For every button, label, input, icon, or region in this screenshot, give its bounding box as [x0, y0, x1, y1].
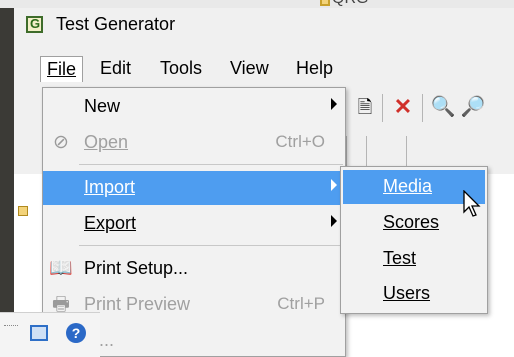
import-menu-media-label: Media	[383, 176, 433, 196]
menu-view-label: View	[230, 58, 269, 78]
menu-separator	[79, 164, 343, 165]
toolbar-divider	[406, 136, 407, 170]
toolbar-divider	[366, 136, 367, 170]
file-menu-export-label: Export	[84, 213, 137, 233]
menu-help-label: Help	[296, 58, 334, 78]
document-icon[interactable]: 🗎	[352, 94, 378, 120]
delete-icon[interactable]: ✕	[390, 94, 416, 120]
toolbar-separator	[382, 94, 383, 122]
import-menu-scores-label: Scores	[383, 212, 440, 232]
menu-file-label: File	[47, 59, 77, 79]
file-menu-open[interactable]: ⊘ Open Ctrl+O	[43, 126, 345, 160]
menu-separator	[79, 245, 343, 246]
import-submenu: Media Scores Test Users	[340, 166, 488, 314]
mouse-pointer-icon	[463, 190, 481, 217]
menu-file[interactable]: File	[40, 56, 84, 82]
toolbar-divider	[346, 136, 347, 170]
find-icon[interactable]: 🔍	[430, 94, 456, 120]
window-icon[interactable]	[30, 325, 48, 341]
file-menu-import[interactable]: Import	[43, 171, 345, 205]
taskbar-separator	[4, 325, 18, 327]
submenu-arrow-icon	[331, 179, 337, 191]
import-menu-users[interactable]: Users	[343, 277, 485, 311]
help-icon[interactable]: ?	[66, 323, 86, 343]
import-menu-test-label: Test	[383, 248, 417, 268]
menu-bar: File Edit Tools View Help	[14, 52, 514, 84]
import-menu-users-label: Users	[383, 283, 431, 303]
file-menu-new-label: New	[84, 96, 121, 116]
submenu-arrow-icon	[331, 215, 337, 227]
desktop-edge	[0, 8, 14, 357]
desktop-label: QRG	[332, 0, 368, 8]
file-menu-print-preview-shortcut: Ctrl+P	[277, 294, 325, 313]
file-menu-print-setup-label: Print Setup...	[84, 258, 189, 278]
tree-folder-icon[interactable]	[18, 206, 28, 216]
file-menu-import-label: Import	[84, 177, 136, 197]
submenu-arrow-icon	[331, 98, 337, 110]
import-menu-test[interactable]: Test	[343, 242, 485, 276]
file-menu-print-setup[interactable]: 📖 Print Setup...	[43, 252, 345, 286]
file-menu-open-label: Open	[84, 132, 129, 152]
desktop-folder-icon	[320, 0, 330, 6]
app-icon	[26, 16, 43, 33]
file-menu-open-shortcut: Ctrl+O	[275, 132, 325, 151]
window-title: Test Generator	[56, 14, 176, 34]
desktop-background: QRG	[0, 0, 514, 8]
toolbar-separator	[422, 94, 423, 122]
book-icon: 📖	[49, 258, 73, 279]
menu-view[interactable]: View	[224, 56, 275, 82]
menu-edit[interactable]: Edit	[94, 56, 137, 82]
menu-help[interactable]: Help	[290, 56, 339, 82]
menu-tools-label: Tools	[160, 58, 203, 78]
open-icon: ⊘	[53, 132, 69, 153]
title-bar: Test Generator	[14, 8, 514, 42]
menu-edit-label: Edit	[100, 58, 132, 78]
taskbar: ?	[0, 312, 100, 357]
file-menu-export[interactable]: Export	[43, 207, 345, 241]
zoom-icon[interactable]: 🔎	[460, 94, 486, 120]
menu-tools[interactable]: Tools	[154, 56, 208, 82]
file-menu-new[interactable]: New	[43, 90, 345, 124]
